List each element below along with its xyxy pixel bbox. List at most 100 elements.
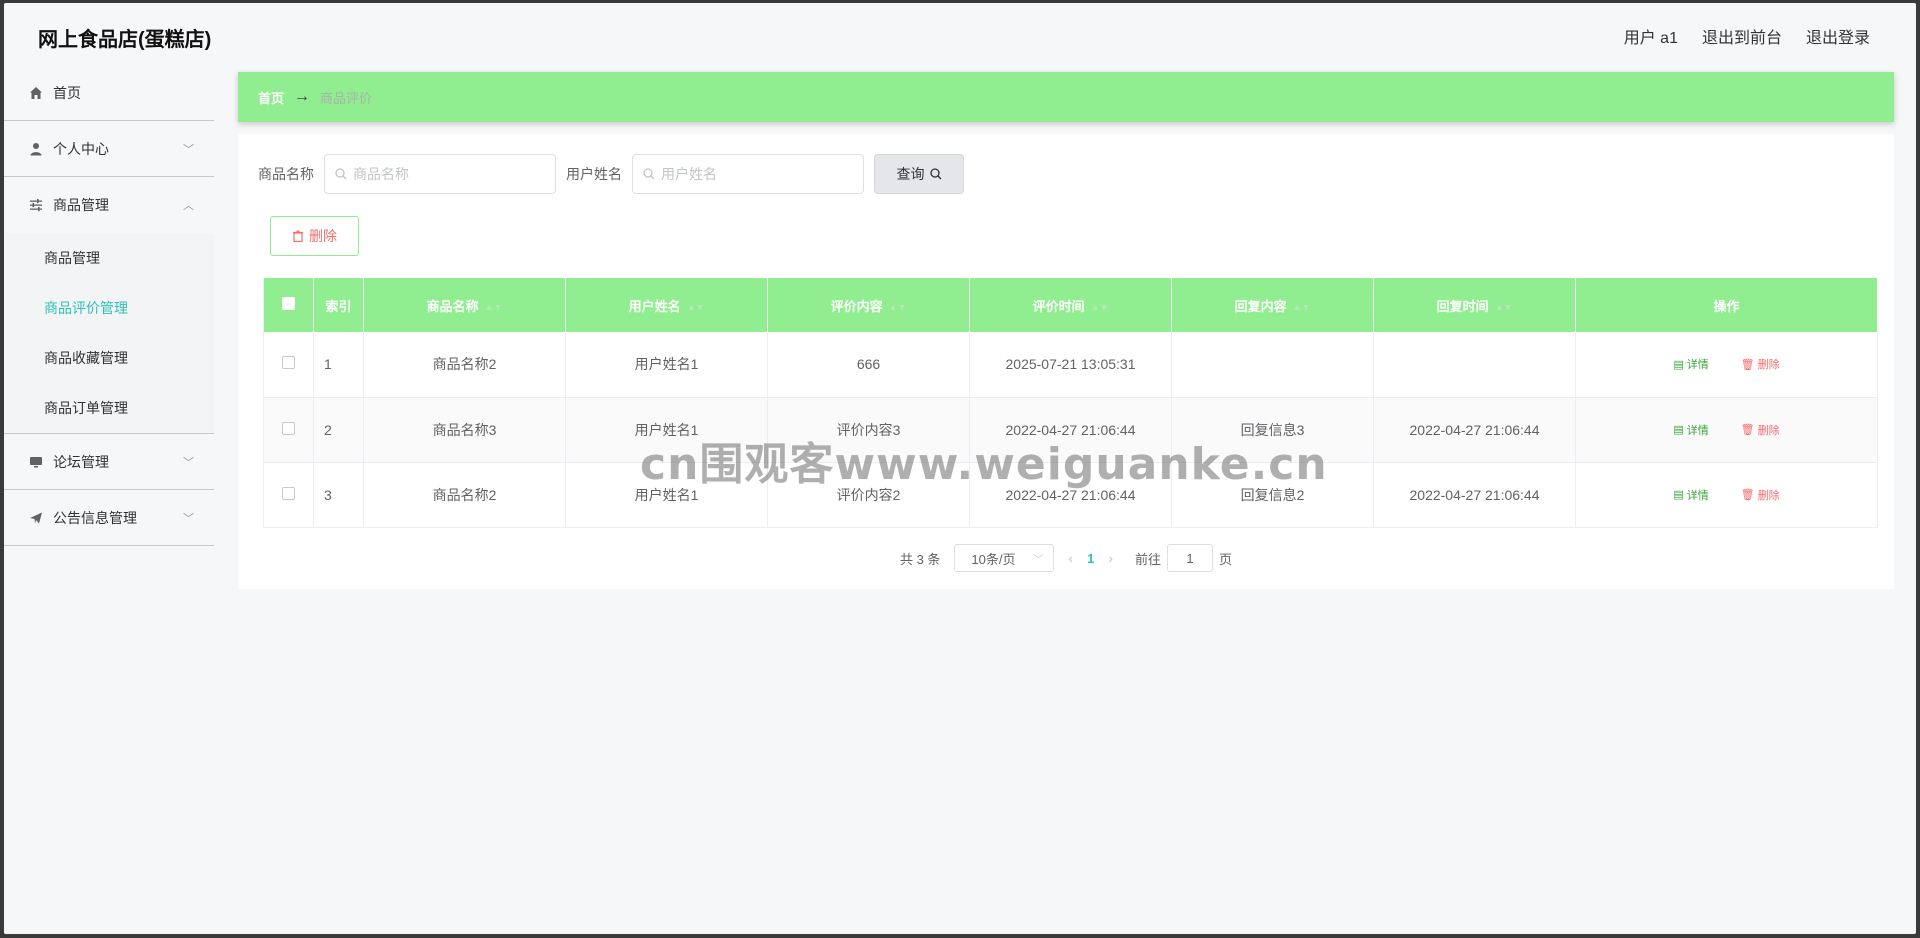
chevron-down-icon: ﹀	[183, 457, 194, 469]
cell-actions: ▤ 详情 🗑 删除	[1575, 397, 1878, 463]
page-size-select[interactable]: 10条/页 ﹀	[954, 544, 1055, 572]
user-name-placeholder: 用户姓名	[661, 166, 717, 182]
cell-reply-content	[1171, 332, 1374, 398]
query-button[interactable]: 查询	[874, 154, 964, 194]
document-icon: ▤	[1673, 489, 1684, 501]
cell-user-name: 用户姓名1	[565, 397, 768, 463]
cell-reply-content: 回复信息2	[1171, 462, 1374, 528]
table-row: 1 商品名称2 用户姓名1 666 2025-07-21 13:05:31 ▤ 详…	[263, 332, 1878, 398]
cell-actions: ▤ 详情 🗑 删除	[1575, 332, 1878, 398]
breadcrumb: 首页 → 商品评价	[238, 72, 1894, 122]
batch-delete-label: 删除	[309, 228, 337, 244]
send-icon	[28, 510, 44, 526]
cell-reply-time: 2022-04-27 21:06:44	[1373, 462, 1576, 528]
trash-icon	[293, 230, 303, 242]
exit-to-front-link[interactable]: 退出到前台	[1702, 24, 1782, 48]
cell-reply-time	[1373, 332, 1576, 398]
goods-name-label: 商品名称	[258, 166, 314, 182]
column-header-reply-content[interactable]: 回复内容 ▲▼	[1171, 278, 1374, 332]
sidebar-item-label: 公告信息管理	[53, 509, 137, 526]
breadcrumb-current: 商品评价	[320, 90, 373, 106]
sidebar-group-goods: 商品管理 ︿ 商品管理 商品评价管理 商品收藏管理 商品订单管理	[4, 177, 214, 434]
detail-button[interactable]: ▤ 详情	[1663, 483, 1718, 507]
sidebar-item-forum[interactable]: 论坛管理 ﹀	[4, 434, 214, 490]
table-row: 3 商品名称2 用户姓名1 评价内容2 2022-04-27 21:06:44 …	[263, 462, 1878, 528]
sidebar-subitem-favorites[interactable]: 商品收藏管理	[4, 333, 214, 383]
home-icon	[28, 85, 44, 101]
search-icon	[335, 168, 347, 180]
monitor-icon	[28, 454, 44, 470]
sidebar: 首页 个人中心 ﹀ 商品管理 ︿ 商品管理 商品评价管理 商品收藏管理 商品订单…	[4, 65, 214, 934]
sidebar-item-personal[interactable]: 个人中心 ﹀	[4, 121, 214, 177]
user-name-input[interactable]: 用户姓名	[632, 154, 864, 194]
cell-index: 3	[313, 462, 364, 528]
sort-icon: ▲▼	[1494, 302, 1513, 313]
delete-button[interactable]: 🗑 删除	[1731, 352, 1790, 376]
top-actions: 用户 a1 退出到前台 退出登录	[1624, 24, 1870, 48]
goods-submenu: 商品管理 商品评价管理 商品收藏管理 商品订单管理	[4, 233, 214, 433]
goto-page-input[interactable]: 1	[1167, 544, 1214, 572]
column-header-actions: 操作	[1575, 278, 1878, 332]
cell-review-time: 2022-04-27 21:06:44	[969, 462, 1172, 528]
chevron-down-icon: ﹀	[183, 513, 194, 525]
cell-review-content: 评价内容3	[767, 397, 970, 463]
column-header-reply-time[interactable]: 回复时间 ▲▼	[1373, 278, 1576, 332]
document-icon: ▤	[1673, 424, 1684, 436]
sidebar-subitem-goods[interactable]: 商品管理	[4, 233, 214, 283]
goods-name-placeholder: 商品名称	[353, 166, 409, 182]
user-name-label: 用户姓名	[566, 166, 622, 182]
search-form: 商品名称 商品名称 用户姓名 用户姓名 查询	[258, 154, 964, 194]
goods-name-input[interactable]: 商品名称	[324, 154, 556, 194]
sidebar-item-home[interactable]: 首页	[4, 65, 214, 121]
goto-suffix: 页	[1219, 551, 1233, 567]
batch-delete-button[interactable]: 删除	[270, 216, 359, 256]
detail-button[interactable]: ▤ 详情	[1663, 418, 1718, 442]
document-icon: ▤	[1673, 358, 1684, 371]
trash-icon: 🗑	[1740, 489, 1755, 501]
delete-button[interactable]: 🗑 删除	[1731, 418, 1790, 442]
pagination-total: 共 3 条	[899, 551, 941, 567]
sidebar-item-notice[interactable]: 公告信息管理 ﹀	[4, 490, 214, 546]
breadcrumb-home[interactable]: 首页	[258, 88, 284, 107]
search-icon	[929, 168, 941, 180]
trash-icon: 🗑	[1740, 424, 1755, 436]
cell-goods-name: 商品名称3	[363, 397, 566, 463]
next-page-icon[interactable]: ›	[1108, 550, 1113, 566]
sort-icon: ▲▼	[484, 302, 503, 313]
row-checkbox[interactable]	[263, 462, 314, 528]
cell-reply-content: 回复信息3	[1171, 397, 1374, 463]
row-checkbox[interactable]	[263, 397, 314, 463]
column-header-review-content[interactable]: 评价内容 ▲▼	[767, 278, 970, 332]
sidebar-item-goods-mgmt[interactable]: 商品管理 ︿	[4, 177, 214, 233]
cell-reply-time: 2022-04-27 21:06:44	[1373, 397, 1576, 463]
top-bar: 网上食品店(蛋糕店) 用户 a1 退出到前台 退出登录	[4, 3, 1916, 65]
goto-page: 前往 1 页	[1135, 544, 1232, 572]
logout-link[interactable]: 退出登录	[1806, 24, 1870, 48]
select-all-checkbox[interactable]	[263, 278, 314, 332]
column-header-review-time[interactable]: 评价时间 ▲▼	[969, 278, 1172, 332]
goto-prefix: 前往	[1135, 551, 1162, 567]
breadcrumb-arrow-icon: →	[294, 88, 311, 105]
column-header-user-name[interactable]: 用户姓名 ▲▼	[565, 278, 768, 332]
page-number-current[interactable]: 1	[1087, 551, 1094, 566]
cell-review-time: 2025-07-21 13:05:31	[969, 332, 1172, 398]
table-header-row: 索引 商品名称 ▲▼ 用户姓名 ▲▼ 评价内容 ▲▼ 评价时间 ▲▼ 回复内容 ▲▼ 回复…	[263, 278, 1878, 332]
app-title: 网上食品店(蛋糕店)	[38, 29, 212, 51]
cell-user-name: 用户姓名1	[565, 332, 768, 398]
row-checkbox[interactable]	[263, 332, 314, 398]
prev-page-icon[interactable]: ‹	[1068, 550, 1073, 566]
column-header-goods-name[interactable]: 商品名称 ▲▼	[363, 278, 566, 332]
sidebar-subitem-reviews[interactable]: 商品评价管理	[4, 283, 214, 333]
page-size-value: 10条/页	[971, 551, 1016, 567]
cell-review-content: 666	[767, 332, 970, 398]
sidebar-item-label: 个人中心	[53, 140, 109, 157]
sidebar-subitem-orders[interactable]: 商品订单管理	[4, 383, 214, 433]
query-button-label: 查询	[896, 166, 925, 182]
cell-review-time: 2022-04-27 21:06:44	[969, 397, 1172, 463]
detail-button[interactable]: ▤ 详情	[1663, 352, 1718, 376]
sort-icon: ▲▼	[1292, 302, 1311, 313]
sort-icon: ▲▼	[1090, 302, 1109, 313]
cell-goods-name: 商品名称2	[363, 332, 566, 398]
delete-button[interactable]: 🗑 删除	[1731, 483, 1790, 507]
user-label[interactable]: 用户 a1	[1624, 24, 1678, 48]
